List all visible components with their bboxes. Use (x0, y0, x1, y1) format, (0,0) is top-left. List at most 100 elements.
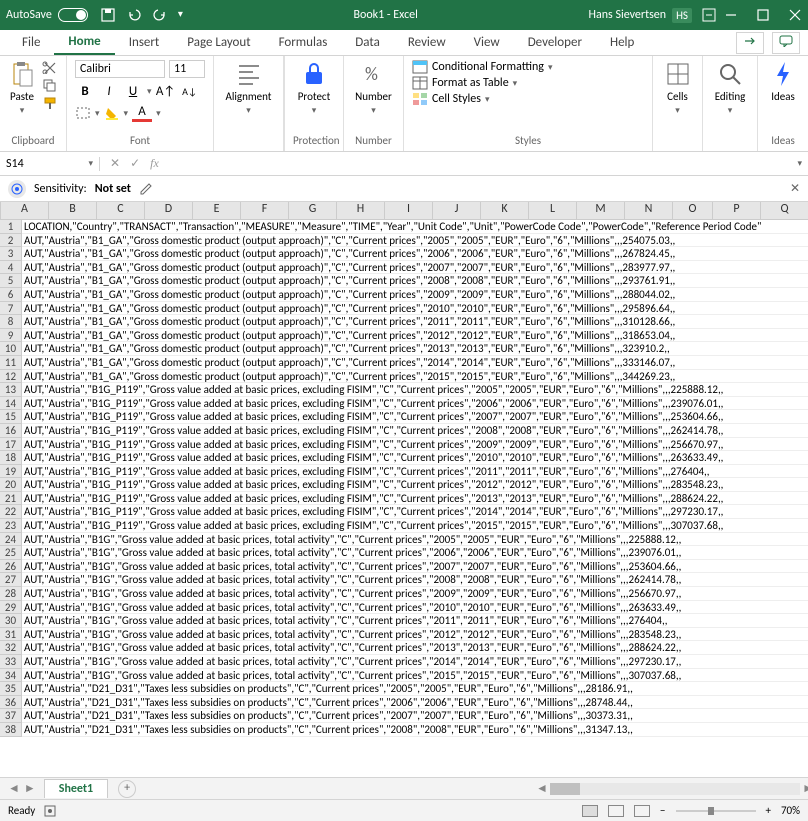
table-row[interactable]: 26AUT,"Austria","B1G","Gross value added… (0, 560, 808, 574)
cell-a35[interactable]: AUT,"Austria","D21_D31","Taxes less subs… (22, 682, 808, 696)
zoom-slider[interactable] (676, 810, 756, 812)
col-header-G[interactable]: G (289, 202, 337, 220)
col-header-K[interactable]: K (481, 202, 529, 220)
enter-icon[interactable]: ✓ (130, 156, 140, 171)
cell-a1[interactable]: LOCATION,"Country","TRANSACT","Transacti… (22, 220, 808, 234)
ideas-button[interactable]: Ideas (769, 60, 797, 103)
table-row[interactable]: 24AUT,"Austria","B1G","Gross value added… (0, 533, 808, 547)
chevron-down-icon[interactable]: ▾ (147, 86, 152, 97)
decrease-font-icon[interactable]: A↓ (180, 82, 200, 100)
table-row[interactable]: 13AUT,"Austria","B1G_P119","Gross value … (0, 383, 808, 397)
menu-formulas[interactable]: Formulas (265, 31, 342, 54)
cell-a30[interactable]: AUT,"Austria","B1G","Gross value added a… (22, 614, 808, 628)
cancel-icon[interactable]: ✕ (110, 156, 120, 171)
table-row[interactable]: 36AUT,"Austria","D21_D31","Taxes less su… (0, 696, 808, 710)
table-row[interactable]: 32AUT,"Austria","B1G","Gross value added… (0, 641, 808, 655)
conditional-formatting-button[interactable]: Conditional Formatting ▾ (412, 60, 552, 74)
macro-record-icon[interactable] (43, 804, 57, 818)
row-header-5[interactable]: 5 (0, 274, 22, 288)
table-row[interactable]: 12AUT,"Austria","B1_GA","Gross domestic … (0, 370, 808, 384)
font-color-icon[interactable]: A (132, 104, 152, 122)
table-row[interactable]: 27AUT,"Austria","B1G","Gross value added… (0, 573, 808, 587)
menu-insert[interactable]: Insert (115, 31, 174, 54)
bold-button[interactable]: B (75, 82, 95, 100)
cell-styles-button[interactable]: Cell Styles ▾ (412, 92, 552, 106)
menu-file[interactable]: File (8, 31, 54, 54)
borders-icon[interactable] (75, 106, 91, 120)
chevron-down-icon[interactable]: ▾ (124, 108, 129, 119)
font-size-select[interactable] (169, 60, 205, 78)
cell-a37[interactable]: AUT,"Austria","D21_D31","Taxes less subs… (22, 709, 808, 723)
cell-a9[interactable]: AUT,"Austria","B1_GA","Gross domestic pr… (22, 329, 808, 343)
cell-a2[interactable]: AUT,"Austria","B1_GA","Gross domestic pr… (22, 234, 808, 248)
row-header-21[interactable]: 21 (0, 492, 22, 506)
row-header-29[interactable]: 29 (0, 601, 22, 615)
row-header-2[interactable]: 2 (0, 234, 22, 248)
name-box[interactable]: S14 ▾ (0, 157, 100, 171)
cell-a34[interactable]: AUT,"Austria","B1G","Gross value added a… (22, 669, 808, 683)
table-row[interactable]: 34AUT,"Austria","B1G","Gross value added… (0, 669, 808, 683)
table-row[interactable]: 35AUT,"Austria","D21_D31","Taxes less su… (0, 682, 808, 696)
menu-review[interactable]: Review (394, 31, 460, 54)
sheet-tab-active[interactable]: Sheet1 (44, 779, 108, 798)
cell-a14[interactable]: AUT,"Austria","B1G_P119","Gross value ad… (22, 397, 808, 411)
col-header-J[interactable]: J (433, 202, 481, 220)
format-painter-icon[interactable] (42, 96, 58, 110)
col-header-C[interactable]: C (97, 202, 145, 220)
add-sheet-button[interactable]: + (118, 780, 136, 798)
row-header-10[interactable]: 10 (0, 342, 22, 356)
fill-color-icon[interactable] (104, 106, 120, 120)
row-header-30[interactable]: 30 (0, 614, 22, 628)
table-row[interactable]: 14AUT,"Austria","B1G_P119","Gross value … (0, 397, 808, 411)
undo-icon[interactable] (126, 7, 142, 23)
paste-button[interactable]: Paste ▾ (8, 60, 36, 116)
cell-a23[interactable]: AUT,"Austria","B1G_P119","Gross value ad… (22, 519, 808, 533)
table-row[interactable]: 18AUT,"Austria","B1G_P119","Gross value … (0, 451, 808, 465)
table-row[interactable]: 30AUT,"Austria","B1G","Gross value added… (0, 614, 808, 628)
row-header-32[interactable]: 32 (0, 641, 22, 655)
cell-a33[interactable]: AUT,"Austria","B1G","Gross value added a… (22, 655, 808, 669)
col-header-B[interactable]: B (49, 202, 97, 220)
cell-a4[interactable]: AUT,"Austria","B1_GA","Gross domestic pr… (22, 261, 808, 275)
save-icon[interactable] (100, 7, 116, 23)
row-header-35[interactable]: 35 (0, 682, 22, 696)
page-break-icon[interactable] (634, 805, 650, 817)
share-icon[interactable] (736, 32, 764, 54)
cell-a11[interactable]: AUT,"Austria","B1_GA","Gross domestic pr… (22, 356, 808, 370)
cell-a27[interactable]: AUT,"Austria","B1G","Gross value added a… (22, 573, 808, 587)
col-header-A[interactable]: A (1, 202, 49, 220)
protect-button[interactable]: Protect ▾ (298, 60, 331, 116)
table-row[interactable]: 9AUT,"Austria","B1_GA","Gross domestic p… (0, 329, 808, 343)
col-header-E[interactable]: E (193, 202, 241, 220)
italic-button[interactable]: I (99, 82, 119, 100)
col-header-M[interactable]: M (577, 202, 625, 220)
menu-page-layout[interactable]: Page Layout (173, 31, 264, 54)
cell-a8[interactable]: AUT,"Austria","B1_GA","Gross domestic pr… (22, 315, 808, 329)
col-header-F[interactable]: F (241, 202, 289, 220)
row-header-28[interactable]: 28 (0, 587, 22, 601)
cell-a17[interactable]: AUT,"Austria","B1G_P119","Gross value ad… (22, 438, 808, 452)
menu-home[interactable]: Home (54, 30, 114, 55)
table-row[interactable]: 3AUT,"Austria","B1_GA","Gross domestic p… (0, 247, 808, 261)
edit-sensitivity-icon[interactable] (139, 182, 153, 196)
table-row[interactable]: 4AUT,"Austria","B1_GA","Gross domestic p… (0, 261, 808, 275)
col-header-H[interactable]: H (337, 202, 385, 220)
table-row[interactable]: 25AUT,"Austria","B1G","Gross value added… (0, 546, 808, 560)
table-row[interactable]: 23AUT,"Austria","B1G_P119","Gross value … (0, 519, 808, 533)
row-header-26[interactable]: 26 (0, 560, 22, 574)
cell-a36[interactable]: AUT,"Austria","D21_D31","Taxes less subs… (22, 696, 808, 710)
zoom-out-icon[interactable]: − (660, 804, 665, 817)
user-account[interactable]: Hans Sievertsen HS (589, 8, 692, 23)
col-header-L[interactable]: L (529, 202, 577, 220)
table-row[interactable]: 1LOCATION,"Country","TRANSACT","Transact… (0, 220, 808, 234)
increase-font-icon[interactable]: A↑ (156, 82, 176, 100)
cell-a5[interactable]: AUT,"Austria","B1_GA","Gross domestic pr… (22, 274, 808, 288)
font-name-select[interactable] (75, 60, 165, 78)
cell-a29[interactable]: AUT,"Austria","B1G","Gross value added a… (22, 601, 808, 615)
row-header-36[interactable]: 36 (0, 696, 22, 710)
row-header-12[interactable]: 12 (0, 370, 22, 384)
row-header-25[interactable]: 25 (0, 546, 22, 560)
col-header-D[interactable]: D (145, 202, 193, 220)
cell-a24[interactable]: AUT,"Austria","B1G","Gross value added a… (22, 533, 808, 547)
chevron-down-icon[interactable]: ▾ (156, 108, 161, 119)
